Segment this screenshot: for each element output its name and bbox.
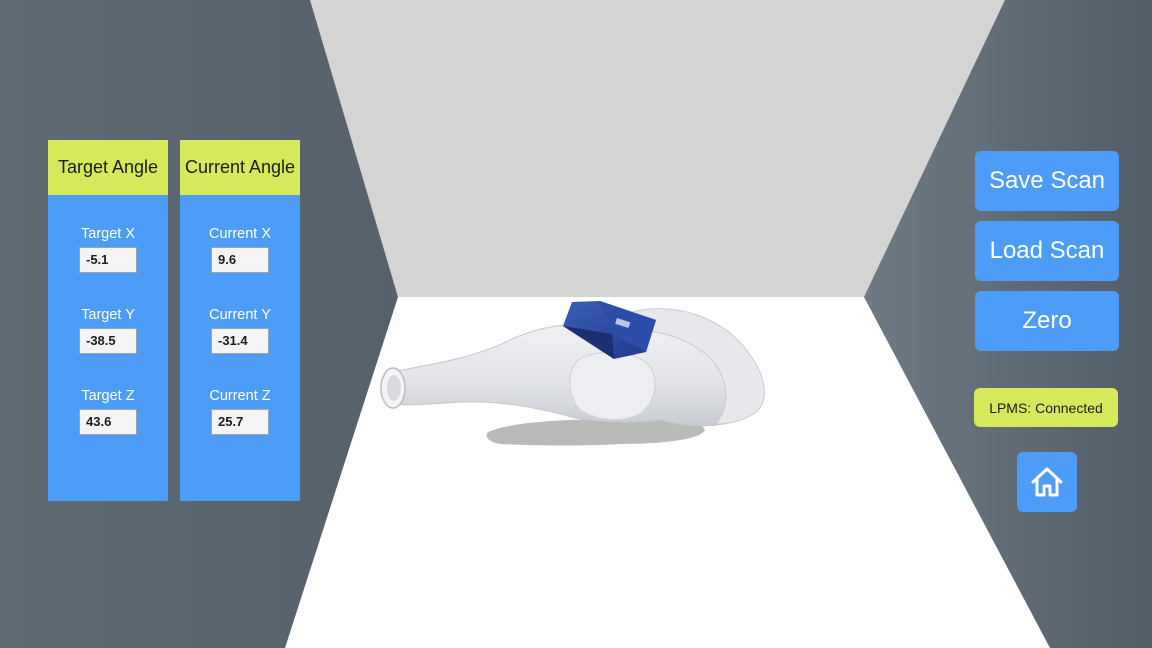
current-x-label: Current X — [208, 226, 272, 242]
target-y-group: Target Y -38.5 — [48, 306, 168, 354]
target-y-field[interactable]: -38.5 — [79, 328, 137, 354]
zero-button[interactable]: Zero — [975, 291, 1119, 351]
current-z-group: Current Z 25.7 — [180, 387, 300, 435]
target-z-label: Target Z — [81, 388, 135, 404]
target-x-field[interactable]: -5.1 — [79, 247, 137, 273]
current-y-label: Current Y — [209, 307, 271, 323]
lpms-status-badge: LPMS: Connected — [974, 388, 1118, 427]
target-angle-panel: Target Angle Target X -5.1 Target Y -38.… — [48, 140, 168, 501]
home-icon — [1031, 467, 1063, 497]
current-y-field: -31.4 — [211, 328, 269, 354]
target-y-label: Target Y — [81, 307, 135, 323]
target-z-field[interactable]: 43.6 — [79, 409, 137, 435]
current-angle-panel: Current Angle Current X 9.6 Current Y -3… — [180, 140, 300, 501]
scan-viewer-screen: Target Angle Target X -5.1 Target Y -38.… — [0, 0, 1152, 648]
current-y-group: Current Y -31.4 — [180, 306, 300, 354]
target-angle-header: Target Angle — [48, 140, 168, 195]
current-z-field: 25.7 — [211, 409, 269, 435]
home-button[interactable] — [1017, 452, 1077, 512]
target-x-label: Target X — [81, 226, 135, 242]
current-x-group: Current X 9.6 — [180, 225, 300, 273]
target-x-group: Target X -5.1 — [48, 225, 168, 273]
load-scan-button[interactable]: Load Scan — [975, 221, 1119, 281]
save-scan-button[interactable]: Save Scan — [975, 151, 1119, 211]
target-z-group: Target Z 43.6 — [48, 387, 168, 435]
current-x-field: 9.6 — [211, 247, 269, 273]
current-z-label: Current Z — [209, 388, 271, 404]
current-angle-header: Current Angle — [180, 140, 300, 195]
